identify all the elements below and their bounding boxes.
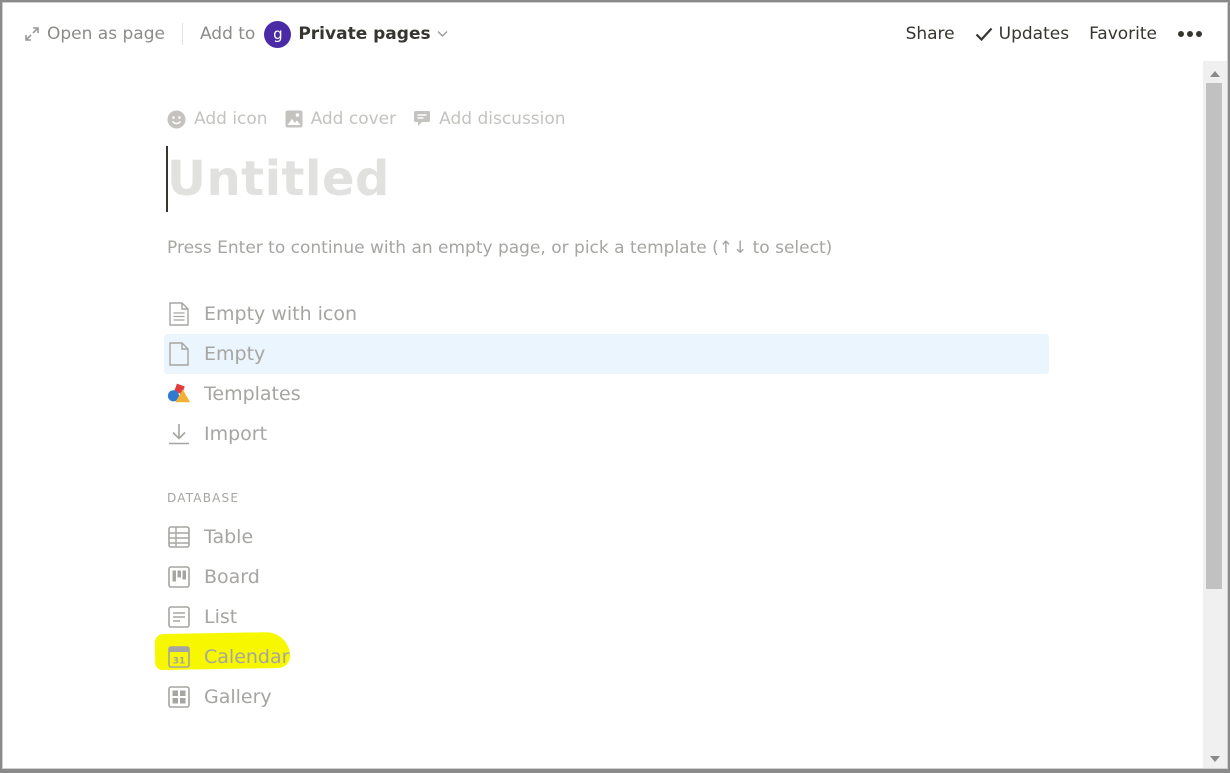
option-label: Board [204,566,260,588]
option-label: Empty with icon [204,303,358,325]
add-icon-button[interactable]: Add icon [167,109,268,129]
calendar-day-number: 31 [173,657,186,667]
smiley-icon [167,110,186,129]
database-gallery[interactable]: Gallery [164,677,1049,717]
option-label: Gallery [204,686,272,708]
option-label: Import [204,423,268,445]
database-list[interactable]: List [164,597,1049,637]
share-button[interactable]: Share [906,24,955,44]
vertical-scrollbar[interactable] [1203,61,1227,768]
add-icon-label: Add icon [194,109,268,129]
page-meta-actions: Add icon Add cover Add discussion [167,109,583,129]
open-as-page-label: Open as page [47,24,165,44]
chevron-down-icon [437,30,448,38]
scroll-down-arrow-icon[interactable] [1203,750,1227,768]
calendar-icon: 31 [167,645,191,669]
option-label: Empty [204,343,266,365]
page-icon [167,342,191,366]
option-label: List [204,606,238,628]
add-to-label: Add to [199,24,256,44]
option-label: Calendar [204,646,290,668]
database-table[interactable]: Table [164,517,1049,557]
page-title-input[interactable]: Untitled [167,143,390,213]
top-bar-left: Open as page Add to g Private pages [25,20,448,48]
image-icon [285,110,303,128]
updates-label: Updates [998,24,1070,44]
gallery-icon [167,685,191,709]
table-icon [167,525,191,549]
favorite-label: Favorite [1089,24,1157,44]
option-label: Templates [204,383,301,405]
option-empty-with-icon[interactable]: Empty with icon [164,294,1049,334]
workspace-avatar: g [264,20,292,48]
add-discussion-label: Add discussion [439,109,566,129]
option-empty[interactable]: Empty [164,334,1049,374]
add-cover-button[interactable]: Add cover [285,109,397,129]
database-calendar[interactable]: 31 Calendar [164,637,1049,677]
more-options-icon[interactable] [1177,30,1203,38]
option-templates[interactable]: Templates [164,374,1049,414]
workspace-selector[interactable]: g Private pages [264,20,448,48]
share-label: Share [905,24,955,44]
database-section-heading: DATABASE [167,491,240,505]
top-bar-right: Share Updates Favorite [906,20,1227,48]
top-bar: Open as page Add to g Private pages Shar… [3,3,1227,65]
download-icon [167,422,191,446]
option-label: Table [204,526,254,548]
updates-button[interactable]: Updates [975,24,1069,44]
board-icon [167,565,191,589]
shapes-icon [167,382,191,406]
open-as-page-button[interactable]: Open as page [25,24,165,44]
workspace-name: Private pages [298,24,431,44]
expand-arrow-icon [25,27,39,41]
template-hint: Press Enter to continue with an empty pa… [167,238,833,258]
favorite-button[interactable]: Favorite [1089,24,1157,44]
divider [181,23,183,45]
comment-icon [413,110,431,128]
add-discussion-button[interactable]: Add discussion [413,109,566,129]
list-icon [167,605,191,629]
scrollbar-thumb[interactable] [1206,83,1222,589]
add-cover-label: Add cover [310,109,397,129]
app-window: Open as page Add to g Private pages Shar… [3,3,1227,768]
scroll-up-arrow-icon[interactable] [1203,65,1227,83]
check-icon [975,27,993,41]
option-import[interactable]: Import [164,414,1049,454]
database-board[interactable]: Board [164,557,1049,597]
page-lines-icon [167,302,191,326]
